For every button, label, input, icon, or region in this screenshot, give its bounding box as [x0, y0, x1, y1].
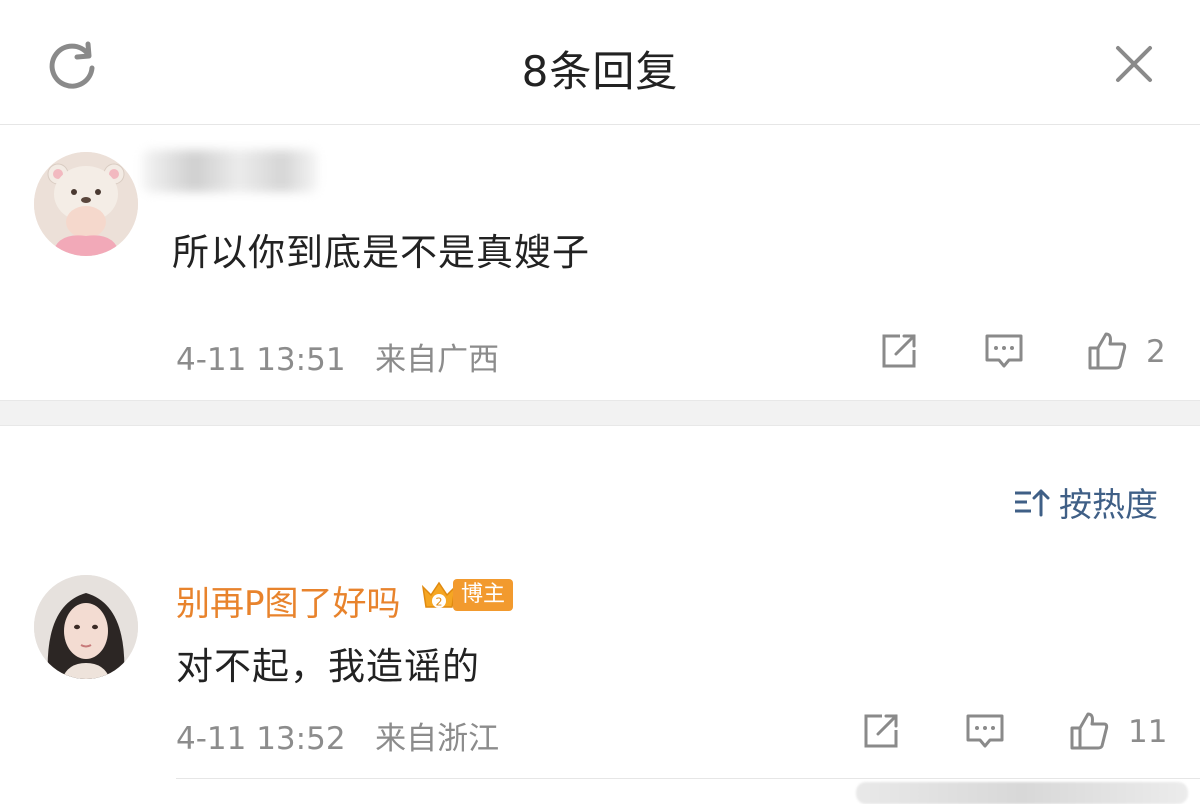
- badge-label: 博主: [453, 579, 514, 611]
- timestamp: 4-11 13:52: [176, 721, 346, 757]
- sort-label: 按热度: [1059, 485, 1158, 524]
- avatar[interactable]: [34, 152, 138, 256]
- reply-text: 对不起，我造谣的: [176, 645, 480, 688]
- share-icon[interactable]: [860, 710, 902, 752]
- reply-header: 8条回复: [0, 0, 1200, 125]
- avatar[interactable]: [34, 575, 138, 679]
- badge-number: 2: [436, 596, 443, 609]
- comment-meta: 4-11 13:51 来自广西: [176, 334, 499, 379]
- sort-icon: [1015, 489, 1050, 517]
- row-divider: [176, 778, 1200, 779]
- like-count: 11: [1128, 714, 1168, 750]
- avatar-image: [34, 575, 138, 679]
- share-icon[interactable]: [878, 330, 920, 372]
- reply-username[interactable]: 别再P图了好吗: [176, 576, 401, 625]
- page-title: 8条回复: [521, 47, 679, 96]
- like-icon[interactable]: [1086, 330, 1128, 372]
- watermark-blurred: [856, 782, 1188, 804]
- close-icon[interactable]: [1110, 40, 1158, 88]
- comment-icon[interactable]: [964, 710, 1006, 752]
- avatar-image: [34, 152, 138, 256]
- like-icon[interactable]: [1068, 710, 1110, 752]
- reply-meta: 4-11 13:52 来自浙江: [176, 713, 499, 758]
- section-divider: [0, 400, 1200, 426]
- location: 来自广西: [375, 342, 500, 378]
- comment-icon[interactable]: [983, 330, 1025, 372]
- comment-text: 所以你到底是不是真嫂子: [172, 231, 590, 274]
- username-blurred: [142, 150, 318, 192]
- timestamp: 4-11 13:51: [176, 342, 346, 378]
- location: 来自浙江: [375, 721, 500, 757]
- author-badge: 2 博主: [419, 578, 514, 612]
- like-count: 2: [1146, 334, 1166, 370]
- sort-by-hot-button[interactable]: 按热度: [1013, 478, 1158, 526]
